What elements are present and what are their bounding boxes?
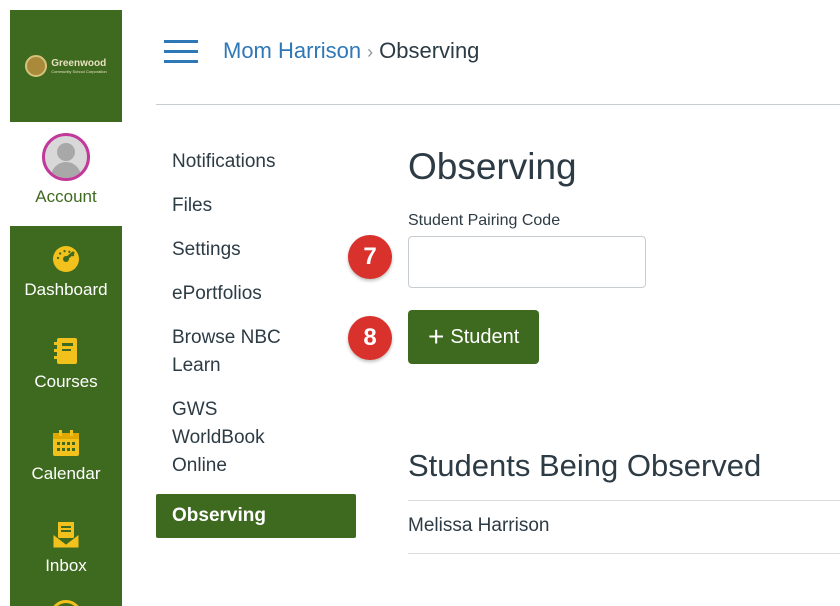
global-nav: Greenwood Community School Corporation A… <box>10 10 122 606</box>
nav-inbox-label: Inbox <box>45 556 87 575</box>
nav-inbox[interactable]: Inbox <box>10 510 122 602</box>
nav-courses[interactable]: Courses <box>10 326 122 418</box>
page-title: Observing <box>408 146 577 187</box>
nav-calendar-label: Calendar <box>31 464 101 483</box>
avatar <box>42 133 90 181</box>
inbox-icon <box>51 520 81 550</box>
plus-icon: + <box>428 321 445 352</box>
header: Mom Harrison › Observing <box>156 0 840 105</box>
section-nav-settings[interactable]: Settings <box>156 228 356 272</box>
hamburger-icon[interactable] <box>164 40 198 64</box>
section-nav-eportfolios[interactable]: ePortfolios <box>156 272 356 316</box>
pairing-code-label: Student Pairing Code <box>408 212 561 229</box>
breadcrumb-parent-link[interactable]: Mom Harrison <box>223 38 361 63</box>
add-student-label: Student <box>450 325 520 348</box>
students-list: Melissa Harrison <box>408 500 840 554</box>
nav-account[interactable]: Account <box>10 122 122 226</box>
section-nav-files[interactable]: Files <box>156 184 356 228</box>
add-student-button[interactable]: + Student <box>408 310 540 364</box>
school-logo[interactable]: Greenwood Community School Corporation <box>10 10 122 122</box>
students-observed-heading: Students Being Observed <box>408 448 762 483</box>
student-row: Melissa Harrison <box>408 501 840 554</box>
logo-seal-icon <box>25 55 48 77</box>
step-marker-8: 8 <box>348 316 392 360</box>
section-nav-observing[interactable]: Observing <box>156 494 356 538</box>
section-nav-gws-worldbook-online[interactable]: GWS WorldBook Online <box>156 388 318 488</box>
nav-calendar[interactable]: Calendar <box>10 418 122 510</box>
pairing-code-input[interactable] <box>408 236 646 288</box>
nav-courses-label: Courses <box>34 372 98 391</box>
dashboard-icon <box>51 244 81 274</box>
logo-tagline: Community School Corporation <box>51 69 107 74</box>
main-content: Observing Student Pairing Code + Student… <box>408 140 840 554</box>
step-marker-7: 7 <box>348 235 392 279</box>
breadcrumb-current: Observing <box>379 38 480 63</box>
nav-dashboard-label: Dashboard <box>24 280 108 299</box>
nav-dashboard[interactable]: Dashboard <box>10 234 122 326</box>
breadcrumb-separator-icon: › <box>367 42 374 62</box>
section-nav-notifications[interactable]: Notifications <box>156 140 356 184</box>
courses-icon <box>51 336 81 366</box>
section-nav-browse-nbc-learn[interactable]: Browse NBC Learn <box>156 316 328 388</box>
section-nav: Notifications Files Settings ePortfolios… <box>156 140 356 538</box>
calendar-icon <box>51 428 81 458</box>
logo-name: Greenwood <box>51 58 107 69</box>
breadcrumb: Mom Harrison › Observing <box>223 38 479 64</box>
nav-account-label: Account <box>35 187 97 206</box>
